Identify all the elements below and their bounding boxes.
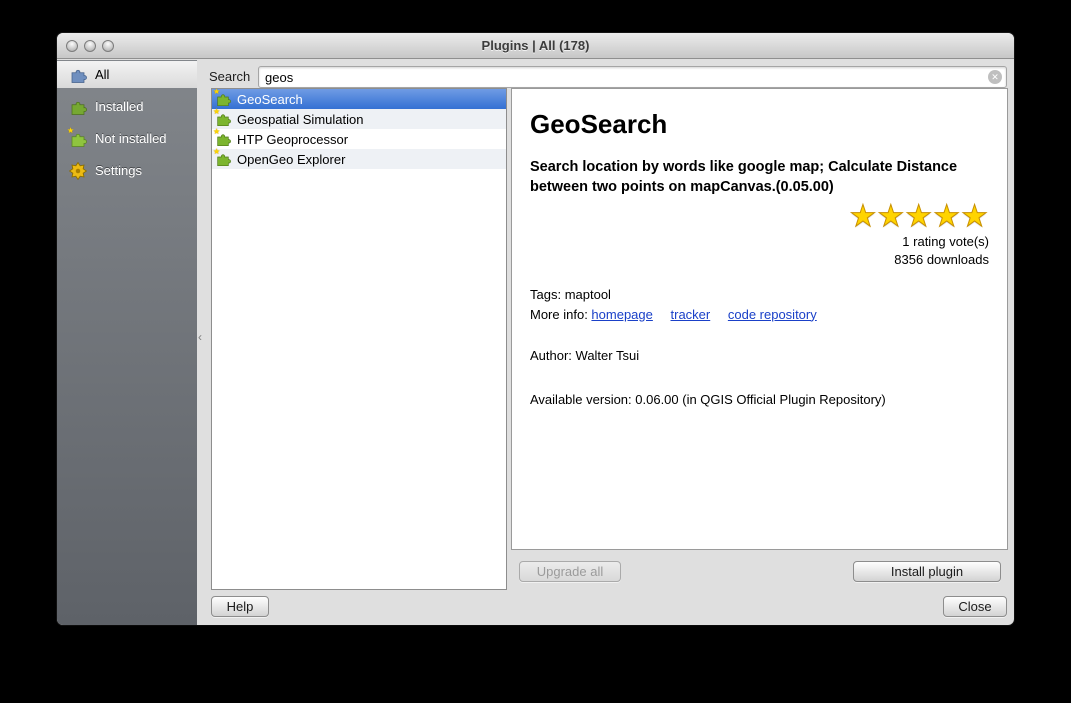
- search-input[interactable]: [258, 66, 1007, 88]
- plugin-puzzle-icon: ★: [215, 111, 231, 127]
- search-label: Search: [209, 66, 250, 88]
- sidebar-item-installed[interactable]: Installed: [57, 93, 197, 120]
- sidebar-item-all[interactable]: All: [57, 61, 197, 88]
- tags-label: Tags:: [530, 287, 565, 302]
- author-line: Author: Walter Tsui: [530, 346, 989, 366]
- help-button[interactable]: Help: [211, 596, 269, 617]
- sidebar-item-label: All: [95, 67, 109, 82]
- downloads-count: 8356 downloads: [530, 251, 989, 269]
- plugin-puzzle-icon: ★: [215, 131, 231, 147]
- homepage-link[interactable]: homepage: [591, 307, 652, 322]
- more-info-label: More info:: [530, 307, 591, 322]
- plugin-name: Geospatial Simulation: [237, 112, 363, 127]
- plugin-list: ★ GeoSearch ★ Geospatial Simulation ★ HT…: [211, 88, 507, 590]
- close-button[interactable]: Close: [943, 596, 1007, 617]
- sidebar-item-settings[interactable]: Settings: [57, 157, 197, 184]
- puzzle-not-installed-icon: ★: [69, 130, 87, 148]
- plugin-list-item[interactable]: ★ OpenGeo Explorer: [212, 149, 506, 169]
- code-repository-link[interactable]: code repository: [728, 307, 817, 322]
- star-badge-icon: ★: [213, 147, 220, 156]
- plugin-list-item[interactable]: ★ HTP Geoprocessor: [212, 129, 506, 149]
- sidebar: All Installed ★ Not installed Settings: [57, 60, 197, 625]
- window-zoom-button[interactable]: [102, 40, 114, 52]
- rating-votes: 1 rating vote(s): [530, 233, 989, 251]
- plugin-title: GeoSearch: [530, 109, 989, 140]
- plugin-details-panel: GeoSearch Search location by words like …: [511, 88, 1008, 550]
- plugin-name: OpenGeo Explorer: [237, 152, 345, 167]
- plugin-list-item[interactable]: ★ GeoSearch: [212, 89, 506, 109]
- sidebar-item-label: Settings: [95, 163, 142, 178]
- plugins-window: Plugins | All (178) All Installed ★ Not …: [57, 33, 1014, 625]
- gear-icon: [69, 162, 87, 180]
- available-version-line: Available version: 0.06.00 (in QGIS Offi…: [530, 390, 989, 410]
- puzzle-all-icon: [69, 66, 87, 84]
- plugin-name: HTP Geoprocessor: [237, 132, 348, 147]
- rating-stars-icon: ★★★★★: [530, 201, 989, 233]
- upgrade-all-button[interactable]: Upgrade all: [519, 561, 621, 582]
- plugin-list-item[interactable]: ★ Geospatial Simulation: [212, 109, 506, 129]
- star-badge-icon: ★: [67, 126, 74, 135]
- splitter-handle[interactable]: ‹: [198, 331, 202, 343]
- sidebar-item-label: Installed: [95, 99, 143, 114]
- plugin-name: GeoSearch: [237, 92, 303, 107]
- window-close-button[interactable]: [66, 40, 78, 52]
- star-badge-icon: ★: [213, 107, 220, 116]
- puzzle-installed-icon: [69, 98, 87, 116]
- install-plugin-button[interactable]: Install plugin: [853, 561, 1001, 582]
- plugin-puzzle-icon: ★: [215, 91, 231, 107]
- titlebar: Plugins | All (178): [57, 33, 1014, 59]
- tracker-link[interactable]: tracker: [671, 307, 711, 322]
- tags-value: maptool: [565, 287, 611, 302]
- star-badge-icon: ★: [213, 88, 220, 96]
- window-minimize-button[interactable]: [84, 40, 96, 52]
- sidebar-item-not-installed[interactable]: ★ Not installed: [57, 125, 197, 152]
- tags-line: Tags: maptool: [530, 285, 989, 305]
- more-info-line: More info: homepage tracker code reposit…: [530, 305, 989, 325]
- plugin-puzzle-icon: ★: [215, 151, 231, 167]
- window-title: Plugins | All (178): [57, 33, 1014, 59]
- clear-search-icon[interactable]: ✕: [988, 70, 1002, 84]
- star-badge-icon: ★: [213, 127, 220, 136]
- sidebar-item-label: Not installed: [95, 131, 167, 146]
- plugin-description: Search location by words like google map…: [530, 158, 989, 197]
